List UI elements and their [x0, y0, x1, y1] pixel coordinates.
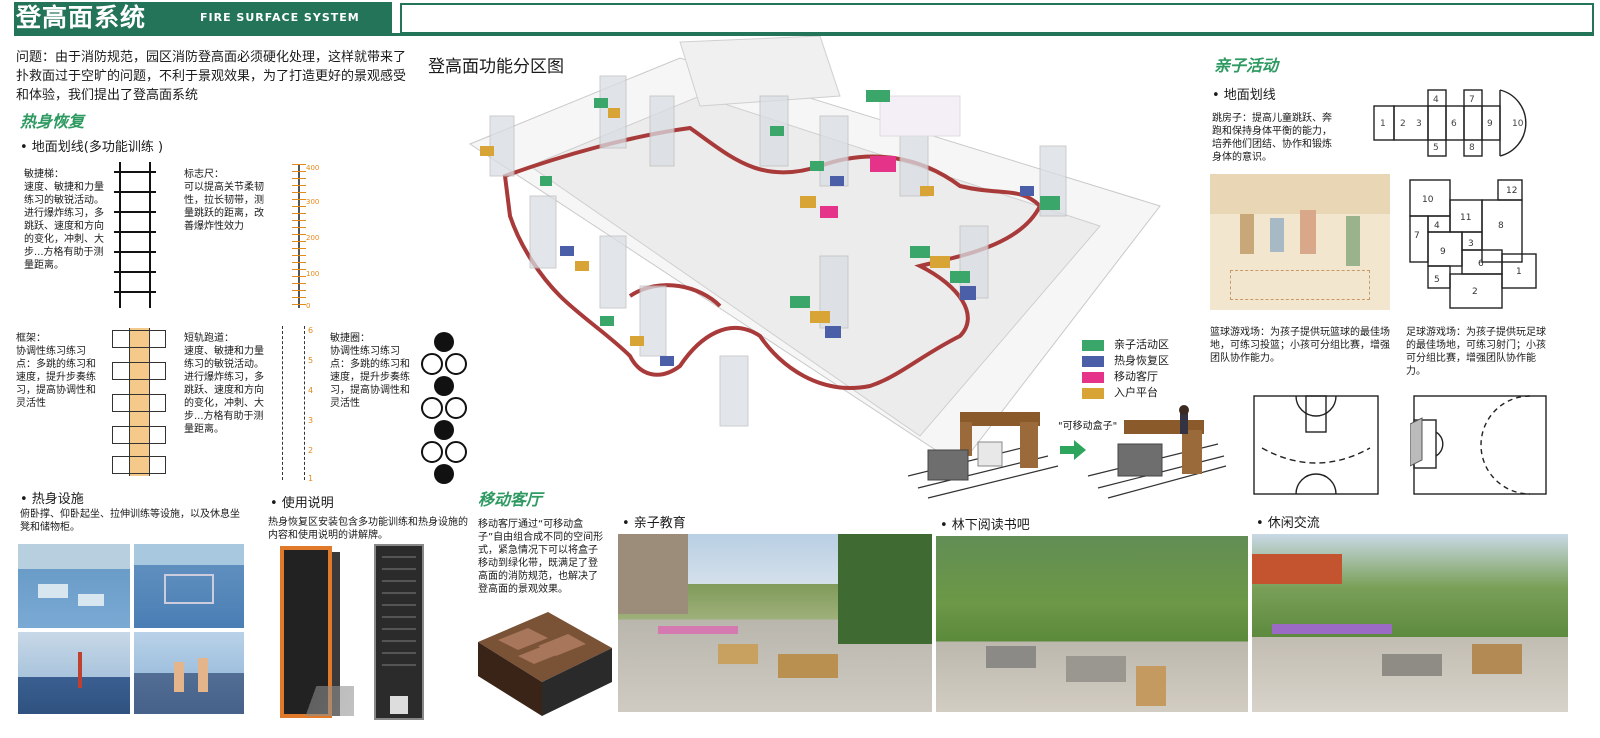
sign-board-front: [374, 544, 424, 720]
frame-diagram: [112, 328, 166, 476]
facility-photo-4: [134, 632, 244, 714]
education-photo: [618, 534, 932, 712]
hopscotch-illustration: [1210, 174, 1390, 310]
leisure-photo: [1252, 534, 1568, 712]
hop-number: 7: [1469, 95, 1475, 105]
movable-box-label: "可移动盒子": [1058, 421, 1118, 432]
leisure-heading: • 休闲交流: [1256, 516, 1320, 531]
grid-number: 5: [1434, 275, 1440, 285]
movable-box-illustration: [908, 405, 1227, 499]
ruler-tick-0: 0: [306, 302, 311, 310]
mobile-lounge-text: 移动客厅通过“可移动盒子”自由组合成不同的空间形式，紧急情况下可以将盒子移动到绿…: [478, 519, 604, 595]
football-court-diagram: [1410, 395, 1547, 495]
grid-number: 10: [1422, 195, 1434, 205]
frame-text: 框架： 协调性练习练习点：多跳的练习和速度，提升步奏练习，提高协调性和灵活性: [16, 333, 96, 409]
legend-swatch-green: [1082, 340, 1104, 351]
legend-item-entry: 入户平台: [1082, 386, 1182, 402]
hop-number: 3: [1416, 119, 1422, 129]
grid-number: 11: [1460, 213, 1471, 223]
parent-child-heading: 亲子活动: [1214, 56, 1279, 75]
hop-number: 4: [1433, 95, 1439, 105]
short-track-text: 短轨跑道： 速度、敏捷和力量练习的敏锐活动。进行爆炸练习，多跳跃、速度和方向的变…: [184, 333, 264, 435]
hop-number: 8: [1469, 143, 1475, 153]
plan-legend: 亲子活动区 热身恢复区 移动客厅 入户平台: [1082, 338, 1182, 402]
mobile-lounge-box-model: [478, 612, 612, 716]
ruler-tick-200: 200: [306, 234, 320, 242]
grid-number: 9: [1440, 247, 1446, 257]
basketball-text: 篮球游戏场：为孩子提供玩篮球的最佳场地，可练习投篮；小孩可分组比赛，增强团队协作…: [1210, 327, 1390, 364]
hop-number: 5: [1433, 143, 1439, 153]
grid-number: 4: [1434, 221, 1440, 231]
legend-label: 入户平台: [1114, 386, 1158, 399]
agility-ladder-text: 敏捷梯： 速度、敏捷和力量练习的敏锐活动。进行爆炸练习，多跳跃、速度和方向的变化…: [24, 169, 104, 271]
hop-number: 6: [1451, 119, 1457, 129]
reading-heading: • 林下阅读书吧: [940, 518, 1030, 533]
hop-number: 2: [1400, 119, 1406, 129]
track-tick-2: 2: [308, 446, 314, 455]
hopscotch-text: 跳房子：提高儿童跳跃、奔跑和保持身体平衡的能力，培养他们团结、协作和锻炼身体的意…: [1212, 113, 1332, 163]
warmup-heading: 热身恢复: [20, 112, 85, 131]
usage-text: 热身恢复区安装包含多功能训练和热身设施的内容和使用说明的讲解牌。: [268, 517, 468, 541]
track-tick-5: 5: [308, 356, 314, 365]
legend-label: 亲子活动区: [1114, 338, 1169, 351]
page-subtitle: FIRE SURFACE SYSTEM: [200, 11, 360, 24]
legend-label: 移动客厅: [1114, 370, 1158, 383]
legend-item-parent-child: 亲子活动区: [1082, 338, 1182, 354]
grid-number: 12: [1506, 186, 1517, 196]
ruler-tick-100: 100: [306, 270, 320, 278]
track-tick-1: 1: [308, 474, 314, 483]
grid-number: 6: [1478, 259, 1484, 269]
short-track-diagram: 6 5 4 3 2 1: [282, 326, 318, 483]
ruler-tick-300: 300: [306, 198, 320, 206]
mobile-lounge-heading: 移动客厅: [478, 490, 543, 509]
number-grid-diagram: 10 12 11 7 4 8 9 3 6 1 5 2: [1409, 179, 1537, 309]
legend-item-lounge: 移动客厅: [1082, 370, 1182, 386]
marker-ruler-text: 标志尺： 可以提高关节柔韧性，拉长韧带，测量跳跃的距离，改善爆炸性效力: [184, 169, 264, 232]
track-tick-6: 6: [308, 326, 314, 335]
warmup-ground-lines-heading: • 地面划线(多功能训练 ): [20, 140, 164, 155]
header-frame: [400, 3, 1594, 34]
hopscotch-diagram: 1 2 3 4 5 6 7 8 9 10: [1373, 89, 1527, 157]
reading-photo: [936, 536, 1248, 712]
parent-child-ground-lines: • 地面划线: [1212, 88, 1276, 103]
education-heading: • 亲子教育: [622, 516, 686, 531]
ruler-tick-400: 400: [306, 164, 320, 172]
grid-number: 7: [1414, 231, 1420, 241]
marker-ruler-diagram: 400 300 200 100 0: [290, 162, 326, 310]
facilities-heading: • 热身设施: [20, 492, 84, 507]
grid-number: 1: [1516, 267, 1522, 277]
grid-number: 8: [1498, 221, 1504, 231]
page-title: 登高面系统: [16, 3, 147, 32]
hop-number: 1: [1380, 119, 1386, 129]
legend-swatch-blue: [1082, 356, 1104, 367]
track-tick-3: 3: [308, 416, 314, 425]
facilities-text: 俯卧撑、仰卧起坐、拉伸训练等设施，以及休息坐凳和储物柜。: [20, 509, 240, 533]
hop-number: 9: [1487, 119, 1493, 129]
intro-text: 问题：由于消防规范，园区消防登高面必须硬化处理，这样就带来了扑救面过于空旷的问题…: [16, 50, 407, 103]
grid-number: 2: [1472, 287, 1478, 297]
facility-photo-2: [134, 544, 244, 628]
track-tick-4: 4: [308, 386, 314, 395]
sign-board-3d: [274, 546, 362, 720]
agility-ladder-diagram: [114, 162, 156, 308]
basketball-court-diagram: [1253, 395, 1379, 495]
legend-item-warmup: 热身恢复区: [1082, 354, 1182, 370]
legend-swatch-gold: [1082, 388, 1104, 399]
facility-photo-1: [18, 544, 130, 628]
grid-number: 3: [1468, 239, 1474, 249]
legend-label: 热身恢复区: [1114, 354, 1169, 367]
football-text: 足球游戏场：为孩子提供玩足球的最佳场地，可练习射门；小孩可分组比赛，增强团队协作…: [1406, 327, 1546, 377]
legend-swatch-pink: [1082, 372, 1104, 383]
facility-photo-3: [18, 632, 130, 714]
hop-number: 10: [1512, 119, 1524, 129]
agility-circles-text: 敏捷圈： 协调性练习练习点：多跳的练习和速度，提升步奏练习，提高协调性和灵活性: [330, 333, 410, 409]
usage-heading: • 使用说明: [270, 496, 334, 511]
